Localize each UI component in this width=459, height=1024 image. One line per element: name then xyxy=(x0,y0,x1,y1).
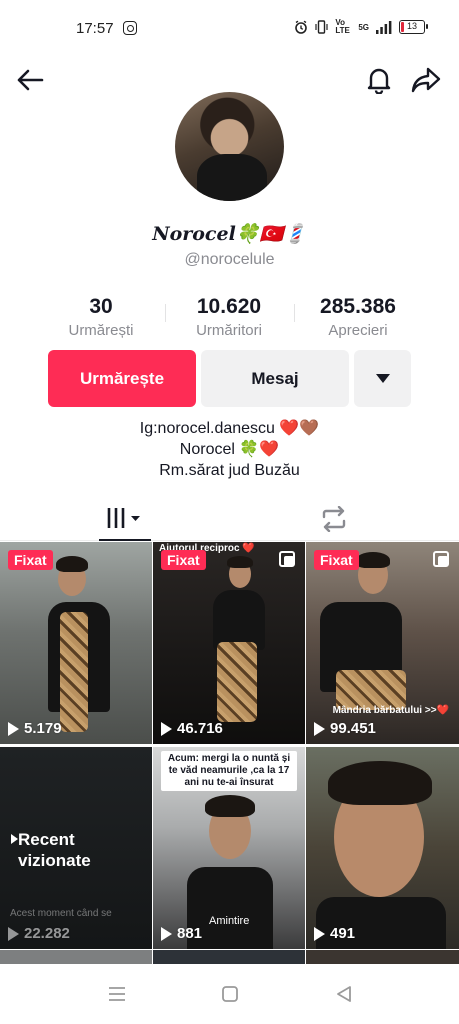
avatar[interactable] xyxy=(175,92,284,201)
bio-line: Ig:norocel.danescu ❤️🤎 xyxy=(139,420,320,437)
photo-carousel-icon xyxy=(279,551,295,567)
play-icon xyxy=(8,721,19,736)
back-button[interactable] xyxy=(12,62,48,98)
repost-icon xyxy=(322,506,346,532)
pinned-badge: Fixat xyxy=(8,550,53,570)
photo-carousel-icon xyxy=(433,551,449,567)
stat-likes-label: Aprecieri xyxy=(328,322,388,339)
profile-actions: Urmărește Mesaj xyxy=(48,350,412,407)
stat-likes-value: 285.386 xyxy=(320,295,396,318)
battery-icon: 13 xyxy=(399,20,428,34)
status-time: 17:57 xyxy=(76,20,114,37)
bell-icon xyxy=(367,68,391,94)
signal-icon xyxy=(376,20,392,34)
stat-followers[interactable]: 10.620 Urmăritori xyxy=(164,295,294,339)
video-caption: Acest moment când se xyxy=(10,908,112,919)
play-icon xyxy=(161,926,172,941)
arrow-left-icon xyxy=(17,69,44,91)
tab-reposts[interactable] xyxy=(308,497,360,541)
recent-apps-button[interactable] xyxy=(105,982,129,1006)
share-icon xyxy=(411,67,441,93)
stat-followers-value: 10.620 xyxy=(196,295,262,318)
stat-following-label: Urmărești xyxy=(68,322,134,339)
tab-videos[interactable] xyxy=(99,497,151,541)
home-button[interactable] xyxy=(218,982,242,1006)
view-count: 5.179 xyxy=(8,720,62,737)
view-count: 46.716 xyxy=(161,720,223,737)
view-count: 99.451 xyxy=(314,720,376,737)
bio-line: Rm.sărat jud Buzău xyxy=(159,462,300,479)
stat-following[interactable]: 30 Urmărești xyxy=(36,295,166,339)
message-button[interactable]: Mesaj xyxy=(201,350,349,407)
battery-fill xyxy=(401,22,405,32)
video-tile[interactable] xyxy=(0,950,152,964)
view-count-value: 491 xyxy=(330,925,356,942)
system-nav-bar xyxy=(0,964,459,1024)
network-label: Vo LTE xyxy=(335,18,350,35)
view-count-value: 46.716 xyxy=(177,720,223,737)
grid-icon xyxy=(107,508,140,528)
video-caption: Mândria bărbatului >>❤️ xyxy=(332,705,449,716)
view-count: 881 xyxy=(161,925,202,942)
triangle-down-icon xyxy=(375,374,390,383)
share-button[interactable] xyxy=(408,62,444,98)
recently-watched-label: Recent vizionate xyxy=(18,830,91,870)
video-tile[interactable]: Ajutorul reciproc ❤️ Fixat 46.716 xyxy=(153,542,305,744)
profile-stats: 30 Urmărești 10.620 Urmăritori 285.386 A… xyxy=(0,295,459,340)
home-icon xyxy=(222,986,238,1002)
play-icon xyxy=(314,926,325,941)
stat-following-value: 30 xyxy=(89,295,113,318)
status-icons: Vo LTE 5G 13 xyxy=(294,18,428,35)
video-tile[interactable]: Fixat Mândria bărbatului >>❤️ 99.451 xyxy=(306,542,459,744)
video-tile[interactable]: Acum: mergi la o nuntă și te văd neamuri… xyxy=(153,747,305,949)
signal-label: 5G xyxy=(358,22,369,32)
system-back-button[interactable] xyxy=(332,982,356,1006)
alarm-icon xyxy=(295,20,308,34)
status-bar: 17:57 Vo LTE 5G 13 xyxy=(0,0,459,58)
view-count: 22.282 xyxy=(8,925,70,942)
battery-label: 13 xyxy=(406,21,417,31)
pinned-badge: Fixat xyxy=(161,550,206,570)
content-tabs xyxy=(0,497,459,541)
video-overlay-text: Acum: mergi la o nuntă și te văd neamuri… xyxy=(161,751,297,791)
view-count-value: 881 xyxy=(177,925,203,942)
bio-line: Norocel 🍀❤️ xyxy=(179,441,280,458)
follow-button[interactable]: Urmărește xyxy=(48,350,196,407)
bio: Ig:norocel.danescu ❤️🤎 Norocel 🍀❤️ Rm.să… xyxy=(0,418,459,481)
instagram-icon xyxy=(123,21,137,35)
stat-likes[interactable]: 285.386 Aprecieri xyxy=(293,295,423,339)
video-grid: Fixat 5.179 Ajutorul reciproc ❤️ Fixat 4… xyxy=(0,542,459,964)
video-tile[interactable]: Recent vizionate Acest moment când se 22… xyxy=(0,747,152,949)
video-tile[interactable] xyxy=(153,950,305,964)
view-count-value: 99.451 xyxy=(330,720,376,737)
play-icon xyxy=(314,721,325,736)
view-count: 491 xyxy=(314,925,355,942)
username: @norocelule xyxy=(184,251,275,268)
play-icon xyxy=(8,926,19,941)
notifications-button[interactable] xyxy=(361,62,397,98)
video-tile[interactable]: 491 xyxy=(306,747,459,949)
more-button[interactable] xyxy=(354,350,411,407)
play-icon xyxy=(161,721,172,736)
vibrate-icon xyxy=(315,20,328,34)
play-icon xyxy=(11,834,18,844)
pinned-badge: Fixat xyxy=(314,550,359,570)
triangle-left-icon xyxy=(337,986,351,1002)
menu-icon xyxy=(109,987,125,1001)
display-name: Norocel🍀🇹🇷💈 xyxy=(152,223,307,245)
view-count-value: 5.179 xyxy=(24,720,62,737)
stat-followers-label: Urmăritori xyxy=(196,322,262,339)
video-tile[interactable] xyxy=(306,950,459,964)
view-count-value: 22.282 xyxy=(24,925,70,942)
memory-label: Amintire xyxy=(209,915,250,927)
video-tile[interactable]: Fixat 5.179 xyxy=(0,542,152,744)
